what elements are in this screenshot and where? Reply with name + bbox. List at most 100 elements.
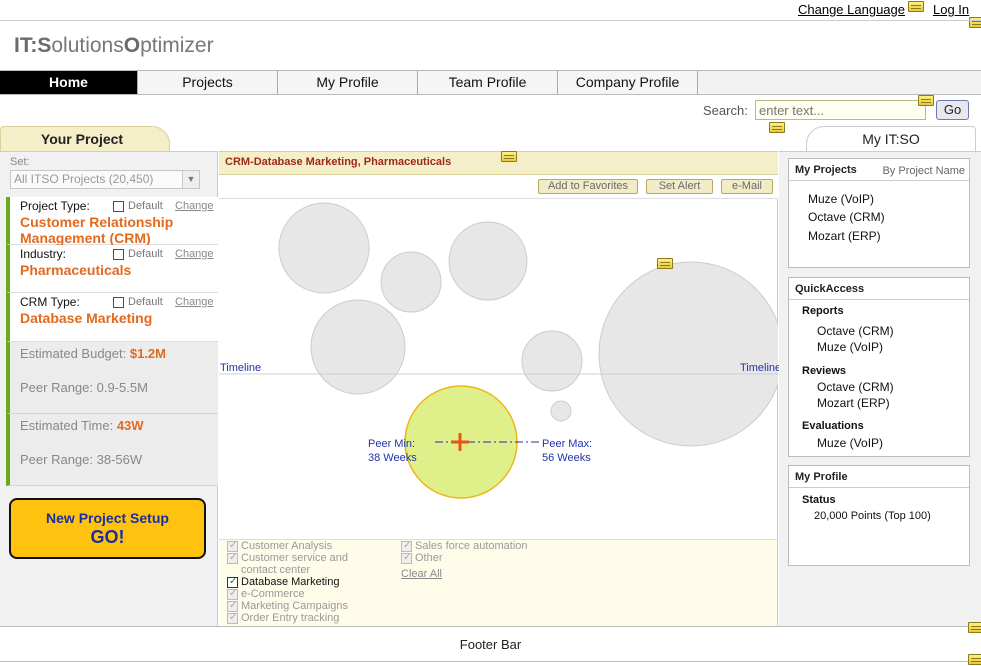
- filter-database-marketing[interactable]: Database Marketing: [227, 576, 339, 588]
- timeline-right-label: Timeline: [740, 362, 782, 374]
- field-label: CRM Type:: [20, 295, 80, 309]
- filter-customer-analysis[interactable]: Customer Analysis: [227, 540, 332, 552]
- set-alert-button[interactable]: Set Alert: [646, 179, 713, 194]
- crm-type-block: CRM Type: Default Change Database Market…: [6, 293, 218, 342]
- time-block: Estimated Time: 43W Peer Range: 38-56W: [6, 414, 218, 486]
- tab-my-itso[interactable]: My IT:SO: [806, 126, 976, 152]
- quick-access-box: QuickAccess Reports Octave (CRM) Muze (V…: [788, 277, 970, 457]
- search-input[interactable]: [755, 100, 926, 120]
- app-logo: IT:SolutionsOptimizer: [14, 34, 214, 57]
- filter-e-commerce[interactable]: e-Commerce: [227, 588, 305, 600]
- note-icon[interactable]: [657, 258, 673, 269]
- time-estimate: Estimated Time: 43W: [20, 418, 144, 433]
- note-icon[interactable]: [769, 122, 785, 133]
- note-icon[interactable]: [968, 622, 981, 633]
- main-nav: Home Projects My Profile Team Profile Co…: [0, 70, 981, 95]
- peer-bubble[interactable]: [598, 261, 784, 447]
- email-button[interactable]: e-Mail: [721, 179, 773, 194]
- note-icon[interactable]: [918, 95, 934, 106]
- default-label: Default: [128, 248, 163, 260]
- set-select[interactable]: All ITSO Projects (20,450) ▼: [10, 170, 200, 189]
- tab-projects[interactable]: Projects: [138, 71, 278, 94]
- chevron-down-icon[interactable]: ▼: [182, 171, 199, 188]
- status-value: 20,000 Points (Top 100): [814, 510, 931, 522]
- peer-bubble[interactable]: [521, 330, 583, 392]
- filter-marketing-campaigns[interactable]: Marketing Campaigns: [227, 600, 348, 612]
- search-go-button[interactable]: Go: [936, 100, 969, 120]
- bubble-chart: [219, 202, 784, 499]
- peer-bubble[interactable]: [550, 400, 572, 422]
- reports-heading: Reports: [802, 305, 844, 317]
- default-label: Default: [128, 200, 163, 212]
- field-label: Industry:: [20, 247, 67, 261]
- note-icon[interactable]: [908, 1, 924, 12]
- evaluation-link[interactable]: Muze (VoIP): [817, 436, 883, 450]
- report-link[interactable]: Muze (VoIP): [817, 340, 883, 354]
- tab-home[interactable]: Home: [0, 71, 138, 94]
- tab-your-project[interactable]: Your Project: [0, 126, 170, 152]
- search-label: Search:: [703, 103, 748, 118]
- time-peer-range: Peer Range: 38-56W: [20, 452, 143, 467]
- set-select-value: All ITSO Projects (20,450): [14, 172, 154, 186]
- default-checkbox[interactable]: [113, 249, 124, 260]
- box-title: My Profile: [795, 471, 848, 483]
- budget-block: Estimated Budget: $1.2M Peer Range: 0.9-…: [6, 342, 218, 414]
- box-header: My Projects By Project Name: [789, 159, 969, 181]
- note-icon[interactable]: [968, 654, 981, 665]
- add-to-favorites-button[interactable]: Add to Favorites: [538, 179, 638, 194]
- filter-customer-service[interactable]: Customer service and contact center: [227, 552, 367, 576]
- reviews-heading: Reviews: [802, 365, 847, 377]
- review-link[interactable]: Octave (CRM): [817, 380, 894, 394]
- peer-max-label: Peer Max: 56 Weeks: [542, 438, 593, 464]
- box-title: QuickAccess: [795, 283, 865, 295]
- field-value: Customer Relationship: [20, 214, 174, 230]
- default-label: Default: [128, 296, 163, 308]
- log-in-link[interactable]: Log In: [933, 2, 969, 17]
- note-icon[interactable]: [501, 151, 517, 162]
- peer-bubble[interactable]: [448, 221, 528, 301]
- industry-block: Industry: Default Change Pharmaceuticals: [6, 245, 218, 293]
- sort-by-name-link[interactable]: By Project Name: [882, 165, 965, 177]
- my-projects-box: My Projects By Project Name Muze (VoIP) …: [788, 158, 970, 268]
- budget-peer-range: Peer Range: 0.9-5.5M: [20, 380, 148, 395]
- evaluations-heading: Evaluations: [802, 420, 864, 432]
- review-link[interactable]: Mozart (ERP): [817, 396, 890, 410]
- new-project-go-button[interactable]: New Project Setup GO!: [9, 498, 206, 559]
- field-value: Management (CRM): [20, 230, 151, 246]
- timeline-left-label: Timeline: [220, 362, 262, 374]
- box-header: QuickAccess: [789, 278, 969, 300]
- peer-bubble[interactable]: [310, 299, 406, 395]
- filter-order-entry[interactable]: Order Entry tracking: [227, 612, 339, 624]
- header-divider: [0, 20, 981, 21]
- project-link[interactable]: Octave (CRM): [808, 210, 885, 224]
- bubble-visualization: [219, 199, 784, 539]
- filter-sales-force[interactable]: Sales force automation: [401, 540, 528, 552]
- tab-company-profile[interactable]: Company Profile: [558, 71, 698, 94]
- project-link[interactable]: Mozart (ERP): [808, 229, 881, 243]
- tab-my-profile[interactable]: My Profile: [278, 71, 418, 94]
- my-profile-box: My Profile Status 20,000 Points (Top 100…: [788, 465, 970, 566]
- change-link[interactable]: Change: [175, 296, 214, 308]
- field-value: Pharmaceuticals: [20, 262, 132, 278]
- set-label: Set:: [10, 156, 30, 168]
- clear-all-link[interactable]: Clear All: [401, 568, 442, 580]
- go-button-line2: GO!: [90, 527, 125, 547]
- filter-other[interactable]: Other: [401, 552, 443, 564]
- footer-bar: Footer Bar: [0, 626, 981, 662]
- peer-bubble[interactable]: [278, 202, 370, 294]
- note-icon[interactable]: [969, 17, 981, 28]
- default-checkbox[interactable]: [113, 201, 124, 212]
- default-checkbox[interactable]: [113, 297, 124, 308]
- peer-bubble[interactable]: [380, 251, 442, 313]
- box-header: My Profile: [789, 466, 969, 488]
- go-button-line1: New Project Setup: [46, 510, 169, 526]
- change-link[interactable]: Change: [175, 248, 214, 260]
- box-title: My Projects: [795, 164, 857, 176]
- project-link[interactable]: Muze (VoIP): [808, 192, 874, 206]
- report-link[interactable]: Octave (CRM): [817, 324, 894, 338]
- change-language-link[interactable]: Change Language: [798, 2, 905, 17]
- field-value: Database Marketing: [20, 310, 153, 326]
- field-label: Project Type:: [20, 199, 90, 213]
- tab-team-profile[interactable]: Team Profile: [418, 71, 558, 94]
- change-link[interactable]: Change: [175, 200, 214, 212]
